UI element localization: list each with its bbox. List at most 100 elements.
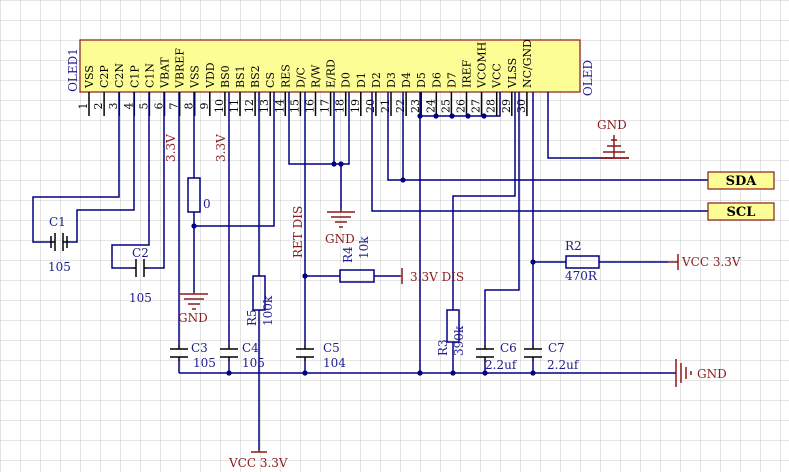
pin-13-name: CS [264,72,277,88]
ground-symbol-top [599,135,629,159]
pin-17-number: 17 [319,99,332,113]
pin-1-number: 1 [77,103,90,110]
capacitor-c2 [132,259,148,277]
resistor-r2 [565,255,600,269]
c5-value: 104 [323,356,346,370]
net-3v3-a: 3.3V [164,134,178,162]
capacitor-c1 [50,233,68,251]
pin-26-name: IREF [461,59,474,88]
r2-value: 470R [565,269,598,283]
resistor-0ohm [187,177,201,213]
net-gnd-top: GND [597,118,627,132]
port-scl-label: SCL [727,205,756,220]
pin-3-name: C2N [113,63,126,88]
c3-value: 105 [193,356,216,370]
pin-22-number: 22 [394,99,407,113]
r0-value: 0 [203,197,211,211]
pin-25-number: 25 [439,99,452,113]
c3-ref: C3 [191,341,208,355]
pin-29-name: VLSS [506,58,519,89]
r5-value: 100k [261,295,275,326]
pin-14-name: RES [279,64,292,88]
c7-ref: C7 [548,341,565,355]
pin-11-name: BS1 [234,65,247,88]
pin-30-number: 30 [515,99,528,113]
power-bar-3v3-dis [400,268,403,284]
component-labels: C1 105 C2 105 C3 105 C4 105 C5 104 C6 2.… [48,197,598,372]
pin-16-name: R/W [310,64,323,88]
r4-value: 10k [357,236,371,259]
capacitor-c7 [524,345,542,361]
ground-symbol-left [180,292,208,310]
pin-20-name: D2 [370,72,383,88]
pin-19-number: 19 [349,99,362,113]
net-ret-dis: RET DIS [291,206,305,258]
pin-22-name: D4 [400,72,413,88]
c6-value: 2.2uf [485,358,518,372]
pin-28-number: 28 [485,99,498,113]
pin-26-number: 26 [455,99,468,113]
chip-name: OLED [581,60,595,96]
c4-ref: C4 [242,341,259,355]
pin-14-number: 14 [273,99,286,113]
net-gnd-mid: GND [325,232,355,246]
power-bar-vcc-bottom [251,450,267,453]
c2-ref: C2 [132,246,149,260]
c7-value: 2.2uf [547,358,580,372]
pin-5-name: C1N [143,63,156,88]
net-vcc-r2: VCC 3.3V [681,255,741,269]
pin-13-number: 13 [258,99,271,113]
pin-11-number: 11 [228,99,241,113]
pin-10-name: BS0 [219,65,232,88]
chip-designator: OLED1 [66,48,80,92]
pin-27-name: VCOMH [476,42,489,89]
pin-12-name: BS2 [249,65,262,88]
schematic-canvas: OLED1 OLED VSS1C2P2C2N3C1P4C1N5VBAT6VBRE… [32,39,775,470]
c4-value: 105 [242,356,265,370]
pin-21-name: D3 [385,72,398,88]
ground-symbol-mid [327,210,355,228]
port-sda[interactable]: SDA [707,171,775,190]
pin-15-name: D/C [294,67,307,88]
pin-19-name: D1 [355,72,368,88]
net-vcc-bottom: VCC 3.3V [228,456,288,470]
pin-6-name: VBAT [159,57,172,89]
port-sda-label: SDA [726,174,758,189]
net-gnd-left: GND [178,311,208,325]
capacitor-c3 [170,345,188,361]
c1-value: 105 [48,260,71,274]
pin-28-name: VCC [491,63,504,89]
pin-18-name: D0 [340,72,353,88]
pin-25-name: D7 [445,72,458,88]
r2-ref: R2 [565,239,582,253]
net-3v3-b: 3.3V [214,134,228,162]
pin-12-number: 12 [243,99,256,113]
r5-ref: R5 [245,309,259,326]
pin-2-number: 2 [92,103,105,110]
c5-ref: C5 [323,341,340,355]
pin-27-number: 27 [470,99,483,113]
port-scl[interactable]: SCL [707,202,775,221]
r3-ref: R3 [436,339,450,356]
pin-24-name: D6 [430,72,443,88]
wiring [32,92,708,450]
ground-symbol-right [675,359,692,387]
net-gnd-right: GND [697,367,727,381]
pin-29-number: 29 [500,99,513,113]
c6-ref: C6 [500,341,517,355]
pin-9-number: 9 [198,103,211,110]
c2-value: 105 [129,291,152,305]
pin-8-name: VSS [189,65,202,89]
r3-value: 390k [452,325,466,356]
pin-30-name: NC/GND [521,39,534,88]
pin-10-number: 10 [213,99,226,113]
pin-15-number: 15 [288,99,301,113]
pin-17-name: E/RD [325,59,338,88]
pin-2-name: C2P [98,65,111,88]
pin-24-number: 24 [424,99,437,113]
pin-21-number: 21 [379,99,392,113]
pin-20-number: 20 [364,99,377,113]
power-bar-vcc-r2 [668,254,679,270]
resistor-r4 [339,269,375,283]
net-3v3-dis: 3.3V DIS [410,270,464,284]
